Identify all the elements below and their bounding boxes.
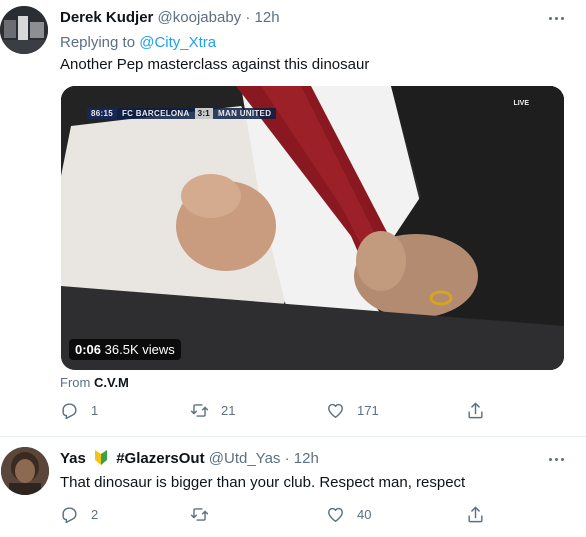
tweet-divider	[0, 436, 586, 437]
avatar[interactable]	[1, 447, 49, 495]
match-score: 3:1	[194, 107, 214, 119]
retweet-button[interactable]: 21	[190, 401, 235, 420]
video-frame	[61, 86, 564, 370]
replying-to: Replying to @City_Xtra	[60, 33, 216, 53]
away-team: MAN UNITED	[213, 107, 277, 119]
share-icon	[468, 506, 483, 523]
user-handle[interactable]: @koojababy	[158, 9, 242, 26]
retweet-count: 21	[221, 403, 236, 418]
replying-to-label: Replying to	[60, 34, 136, 51]
from-label: From	[60, 375, 91, 390]
tweet-text: Another Pep masterclass against this din…	[60, 56, 370, 73]
reply-button[interactable]: 1	[60, 401, 98, 420]
tweet-actions: 1 21 171	[60, 401, 490, 423]
separator: ·	[284, 450, 290, 467]
avatar-image	[0, 6, 48, 54]
tweet-text: That dinosaur is bigger than your club. …	[60, 474, 466, 491]
reply-icon	[62, 507, 77, 524]
tweet-header: Derek Kudjer @koojababy · 12h	[60, 8, 280, 28]
scoreboard: 86:15 FC BARCELONA 3:1 MAN UNITED	[87, 106, 277, 120]
like-count: 40	[357, 507, 372, 522]
retweet-icon	[190, 508, 209, 521]
display-name[interactable]: Yas	[60, 450, 86, 467]
user-handle[interactable]: @Utd_Yas	[209, 450, 281, 467]
like-button[interactable]: 40	[326, 505, 371, 524]
reply-button[interactable]: 2	[60, 505, 98, 524]
display-name-hashtag[interactable]: #GlazersOut	[116, 450, 204, 467]
reply-icon	[62, 403, 77, 420]
more-icon[interactable]	[546, 8, 566, 28]
broadcaster-live-label: LIVE	[513, 100, 529, 107]
video-player[interactable]: 86:15 FC BARCELONA 3:1 MAN UNITED LIVE 0…	[61, 86, 564, 370]
like-button[interactable]: 171	[326, 401, 379, 420]
replying-to-handle[interactable]: @City_Xtra	[139, 34, 216, 51]
video-source: From C.V.M	[60, 375, 129, 391]
retweet-icon	[190, 404, 209, 417]
timestamp[interactable]: 12h	[255, 9, 280, 26]
like-count: 171	[357, 403, 379, 418]
more-icon[interactable]	[546, 449, 566, 469]
avatar-image	[1, 447, 49, 495]
share-button[interactable]	[466, 505, 485, 524]
share-button[interactable]	[466, 401, 485, 420]
heart-icon	[328, 507, 343, 522]
tweet[interactable]: Derek Kudjer @koojababy · 12h Replying t…	[0, 0, 586, 437]
home-team: FC BARCELONA	[116, 107, 195, 119]
video-stats-badge: 0:06 36.5K views	[69, 339, 181, 360]
avatar[interactable]	[0, 6, 48, 54]
match-clock: 86:15	[87, 107, 117, 119]
video-duration: 0:06	[75, 342, 102, 357]
tweet-header: Yas #GlazersOut @Utd_Yas · 12h	[60, 449, 319, 469]
reply-count: 1	[91, 403, 99, 418]
timestamp[interactable]: 12h	[294, 450, 319, 467]
heart-icon	[328, 403, 343, 418]
share-icon	[468, 402, 483, 419]
retweet-button[interactable]	[190, 505, 221, 524]
reply-count: 2	[91, 507, 99, 522]
from-source[interactable]: C.V.M	[94, 375, 129, 390]
separator: ·	[245, 9, 251, 26]
broadcaster-logo: LIVE	[513, 100, 529, 108]
tweet-actions: 2 40	[60, 505, 490, 527]
beginner-badge-icon	[95, 450, 108, 465]
display-name[interactable]: Derek Kudjer	[60, 9, 153, 26]
video-views: 36.5K views	[104, 342, 175, 357]
